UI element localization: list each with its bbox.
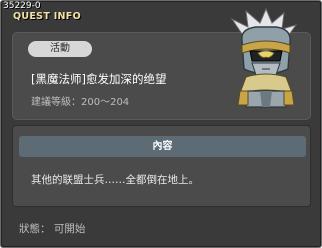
quest-id-label: 35229-0	[3, 1, 41, 11]
category-badge: 活動	[28, 41, 92, 57]
content-header: 內容	[19, 136, 306, 157]
content-text: 其他的联盟士兵……全都倒在地上。	[31, 174, 199, 186]
window-title: QUEST INFO	[13, 11, 81, 22]
quest-title: [黑魔法师]愈发加深的绝望	[31, 72, 167, 86]
quest-info-window: 35229-0 QUEST INFO 活動 [黑魔法师]愈发加深的绝望 建議等級…	[0, 0, 322, 248]
quest-status: 狀態： 可開始	[19, 223, 86, 235]
quest-content-panel: 內容 其他的联盟士兵……全都倒在地上。	[12, 125, 311, 207]
recommended-level: 建議等級：200～204	[31, 97, 130, 108]
npc-knight-portrait-icon	[230, 7, 298, 108]
